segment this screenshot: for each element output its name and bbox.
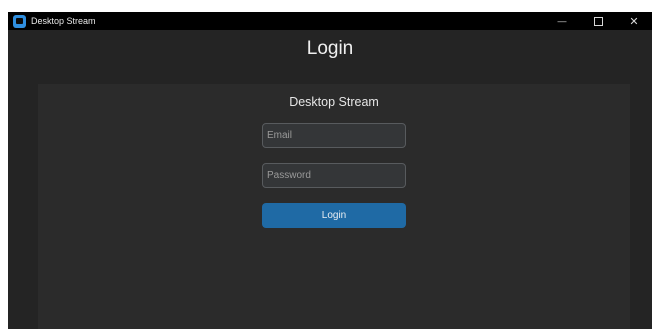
close-button[interactable]: ✕	[616, 12, 652, 30]
maximize-icon	[593, 16, 603, 26]
minimize-button[interactable]: —	[544, 12, 580, 30]
form-title: Desktop Stream	[289, 95, 379, 109]
page-title: Login	[306, 38, 354, 59]
email-field[interactable]	[262, 123, 406, 148]
close-icon: ✕	[629, 15, 639, 28]
maximize-button[interactable]	[580, 12, 616, 30]
title-bar[interactable]: Desktop Stream — ✕	[8, 12, 652, 30]
window-title: Desktop Stream	[31, 16, 96, 26]
app-window: Desktop Stream — ✕ Login Desktop Stream …	[8, 12, 652, 329]
window-controls: — ✕	[544, 12, 652, 30]
minimize-icon: —	[557, 16, 567, 26]
password-field[interactable]	[262, 163, 406, 188]
login-panel: Desktop Stream Login	[38, 84, 630, 329]
login-button[interactable]: Login	[262, 203, 406, 228]
app-window-icon	[13, 14, 26, 28]
